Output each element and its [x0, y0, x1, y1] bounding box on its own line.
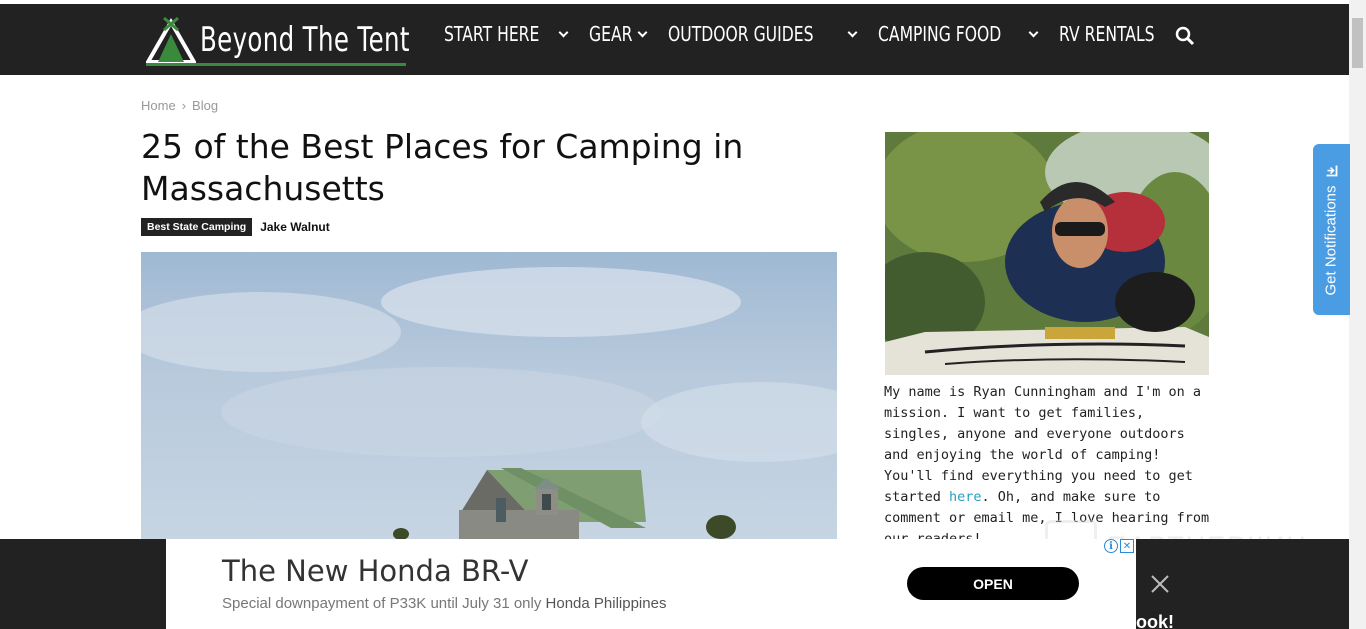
chevron-down-icon	[847, 27, 857, 37]
ad-subtitle: Special downpayment of P33K until July 3…	[222, 595, 667, 612]
breadcrumb-home[interactable]: Home	[141, 98, 176, 113]
author-name[interactable]: Jake Walnut	[260, 220, 330, 234]
chevron-down-icon	[1028, 27, 1039, 37]
article-title: 25 of the Best Places for Camping in Mas…	[141, 127, 744, 208]
get-notifications-tab[interactable]: Get Notifications	[1313, 144, 1350, 315]
cabin-photo	[141, 267, 837, 542]
ad-advertiser: Honda Philippines	[545, 595, 667, 612]
info-icon[interactable]: i	[1104, 539, 1118, 553]
close-ad-choice-icon[interactable]: ✕	[1120, 539, 1134, 553]
kayak-selfie-photo	[885, 132, 1209, 375]
ad-open-button[interactable]: OPEN	[907, 567, 1079, 600]
nav-rv-rentals[interactable]: RV RENTALS	[1059, 22, 1182, 46]
close-icon[interactable]	[1150, 574, 1170, 594]
logo-text: Beyond The Tent	[200, 20, 410, 60]
category-badge[interactable]: Best State Camping	[141, 218, 253, 236]
ad-choices[interactable]: i ✕	[1104, 539, 1134, 553]
scrollbar-thumb[interactable]	[1352, 18, 1363, 68]
notification-tab-label: Get Notifications	[1323, 185, 1341, 296]
chevron-down-icon	[558, 27, 569, 37]
breadcrumb: Home › Blog	[141, 98, 218, 113]
notification-icon	[1326, 165, 1338, 177]
site-header: Beyond The Tent START HERE GEAR OUTDOOR …	[0, 4, 1349, 75]
nav-outdoor-guides[interactable]: OUTDOOR GUIDES	[668, 22, 857, 46]
nav-camping-food[interactable]: CAMPING FOOD	[878, 22, 1039, 46]
author-photo	[885, 132, 1209, 375]
main-nav: START HERE GEAR OUTDOOR GUIDES CAMPING F…	[444, 22, 1203, 46]
breadcrumb-blog[interactable]: Blog	[192, 98, 218, 113]
chevron-down-icon	[637, 27, 648, 37]
breadcrumb-separator: ›	[181, 98, 187, 113]
nav-gear[interactable]: GEAR	[589, 22, 648, 46]
tent-logo-icon	[146, 16, 196, 64]
bio-start-link[interactable]: here	[949, 489, 982, 505]
logo-underline	[146, 63, 406, 66]
nav-start-here[interactable]: START HERE	[444, 22, 569, 46]
hero-image	[141, 252, 837, 542]
search-icon[interactable]	[1175, 26, 1195, 46]
article-meta: Best State Camping Jake Walnut	[141, 218, 330, 236]
page-scrollbar[interactable]	[1349, 0, 1366, 629]
site-logo[interactable]: Beyond The Tent	[146, 14, 491, 66]
ad-title[interactable]: The New Honda BR-V	[222, 554, 528, 588]
partial-heading: ook!	[1136, 612, 1174, 629]
ad-banner[interactable]: The New Honda BR-V Special downpayment o…	[166, 539, 1136, 629]
